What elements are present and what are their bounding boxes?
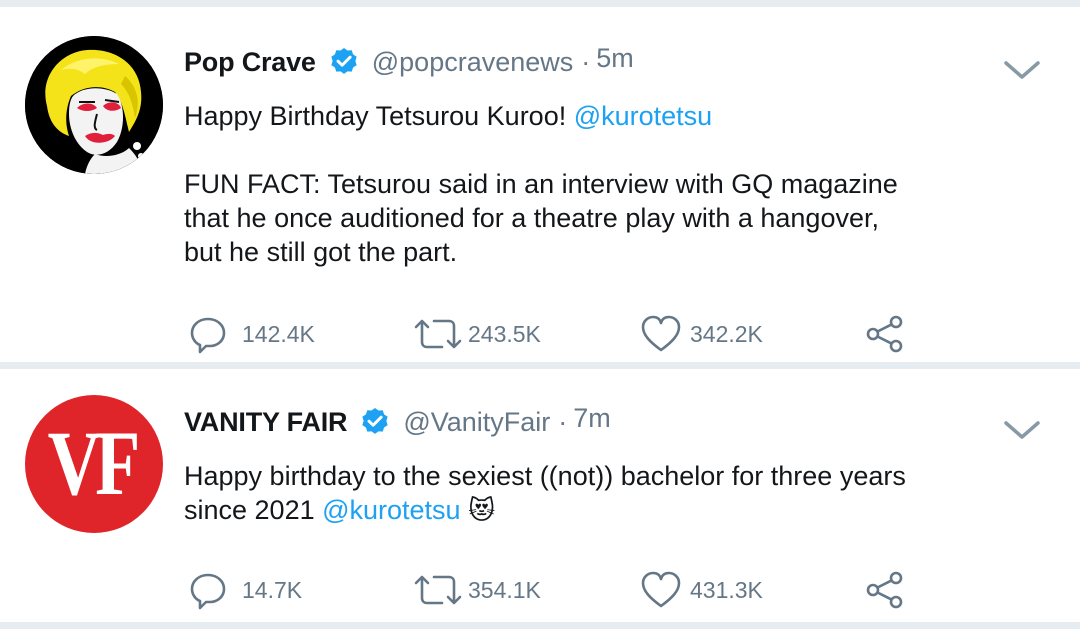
share-icon xyxy=(864,569,906,611)
avatar-popcrave-image xyxy=(25,36,163,174)
reply-button[interactable]: 14.7K xyxy=(188,568,302,612)
tweet-timestamp[interactable]: 5m xyxy=(596,43,634,74)
reply-count: 142.4K xyxy=(242,320,315,347)
mention-link[interactable]: @kurotetsu xyxy=(322,495,460,525)
tweet-popcrave[interactable]: Pop Crave @popcravenews · 5m Happy Birth… xyxy=(0,7,1080,362)
author-handle[interactable]: @popcravenews xyxy=(372,47,574,78)
heart-eyes-cat-emoji: 😻 xyxy=(468,495,496,525)
tweet-text-segment: since 2021 xyxy=(184,495,323,525)
share-button[interactable] xyxy=(864,312,906,356)
tweet-text-segment: Happy Birthday Tetsurou Kuroo! xyxy=(184,101,574,131)
avatar-popcrave[interactable] xyxy=(25,36,163,174)
top-divider xyxy=(0,0,1080,7)
tweet-text: Happy Birthday Tetsurou Kuroo! @kurotets… xyxy=(184,99,1044,269)
verified-badge-icon xyxy=(328,46,360,78)
tweet-header: Pop Crave @popcravenews · 5m xyxy=(184,42,634,82)
reply-count: 14.7K xyxy=(242,576,303,603)
tweet-text-line: Happy Birthday Tetsurou Kuroo! @kurotets… xyxy=(184,99,1044,133)
chevron-down-icon[interactable] xyxy=(1002,57,1042,83)
author-handle[interactable]: @VanityFair xyxy=(403,407,550,438)
tweet-divider xyxy=(0,362,1080,369)
mention-link[interactable]: @kurotetsu xyxy=(574,101,712,131)
tweet-text: Happy birthday to the sexiest ((not)) ba… xyxy=(184,459,1044,527)
like-count: 431.3K xyxy=(690,576,763,603)
author-name[interactable]: VANITY FAIR xyxy=(184,407,348,438)
verified-badge-icon xyxy=(359,406,391,438)
retweet-count: 354.1K xyxy=(468,576,541,603)
avatar-vf-logo: VF xyxy=(47,412,141,515)
retweet-button[interactable]: 354.1K xyxy=(412,568,541,612)
tweet-text-line: FUN FACT: Tetsurou said in an interview … xyxy=(184,169,898,199)
like-icon xyxy=(640,314,682,354)
like-button[interactable]: 431.3K xyxy=(640,568,763,612)
reply-button[interactable]: 142.4K xyxy=(188,312,315,356)
tweet-text-line: that he once auditioned for a theatre pl… xyxy=(184,203,879,233)
tweet-text-line: but he still got the part. xyxy=(184,237,458,267)
chevron-down-icon[interactable] xyxy=(1002,417,1042,443)
tweet-text-line: Happy birthday to the sexiest ((not)) ba… xyxy=(184,461,906,491)
reply-icon xyxy=(188,570,228,610)
tweet-timestamp[interactable]: 7m xyxy=(573,403,611,434)
retweet-icon xyxy=(412,570,464,610)
separator-dot: · xyxy=(558,406,568,437)
share-button[interactable] xyxy=(864,568,906,612)
tweet-vanityfair[interactable]: VF VANITY FAIR @VanityFair · 7m Happy bi… xyxy=(0,369,1080,622)
share-icon xyxy=(864,313,906,355)
like-icon xyxy=(640,570,682,610)
author-name[interactable]: Pop Crave xyxy=(184,47,316,78)
like-count: 342.2K xyxy=(690,320,763,347)
retweet-icon xyxy=(412,314,464,354)
tweet-actions: 14.7K 354.1K 431.3K xyxy=(184,568,944,612)
avatar-vanityfair[interactable]: VF xyxy=(25,395,163,533)
bottom-divider xyxy=(0,622,1080,629)
tweet-text-line: since 2021 @kurotetsu 😻 xyxy=(184,493,1044,527)
retweet-button[interactable]: 243.5K xyxy=(412,312,541,356)
separator-dot: · xyxy=(581,46,591,77)
tweet-actions: 142.4K 243.5K 342.2K xyxy=(184,312,944,356)
retweet-count: 243.5K xyxy=(468,320,541,347)
tweet-header: VANITY FAIR @VanityFair · 7m xyxy=(184,402,611,442)
reply-icon xyxy=(188,314,228,354)
like-button[interactable]: 342.2K xyxy=(640,312,763,356)
